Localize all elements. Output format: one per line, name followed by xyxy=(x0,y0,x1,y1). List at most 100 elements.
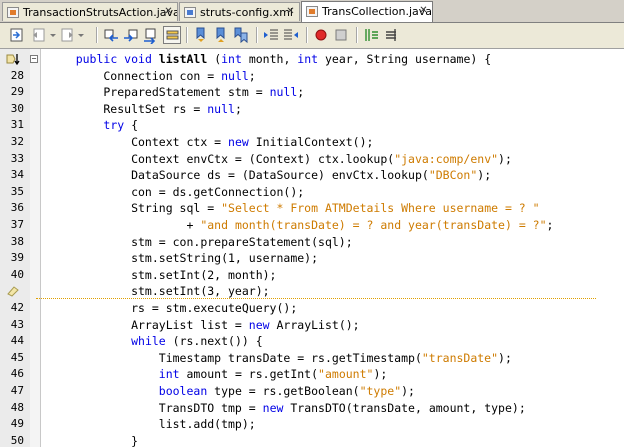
line-number: 32 xyxy=(10,135,24,148)
code-token: ArrayList(); xyxy=(269,317,360,332)
keyword-token: int xyxy=(221,52,242,66)
shift-left-icon[interactable] xyxy=(262,26,280,44)
hint-icon[interactable] xyxy=(6,285,20,297)
code-line[interactable]: 50 } xyxy=(0,433,624,447)
next-bookmark-icon[interactable] xyxy=(212,26,230,44)
code-token: Connection con = xyxy=(48,68,222,83)
code-line[interactable]: 39 stm.setString(1, username); xyxy=(0,250,624,267)
code-editor[interactable]: − public void listAll (int month, int ye… xyxy=(0,49,624,447)
stop-macro-icon[interactable] xyxy=(332,26,350,44)
forward-dropdown-icon[interactable] xyxy=(72,26,84,44)
code-text: Context envCtx = (Context) ctx.lookup("j… xyxy=(48,151,512,168)
code-token: ); xyxy=(498,151,512,166)
line-number: 45 xyxy=(10,350,24,364)
code-token: ; xyxy=(234,101,242,116)
comment-icon[interactable] xyxy=(362,26,380,44)
find-selection-icon[interactable] xyxy=(142,26,160,44)
code-text: TransDTO tmp = new TransDTO(transDate, a… xyxy=(48,400,526,417)
code-token: type = rs.getBoolean( xyxy=(207,384,360,398)
toolbar-separator xyxy=(96,27,98,43)
code-line[interactable]: 38 stm = con.prepareStatement(sql); xyxy=(0,234,624,251)
string-token: "DBCon" xyxy=(428,168,478,183)
code-line[interactable]: − public void listAll (int month, int ye… xyxy=(0,51,624,68)
code-line[interactable]: 29 PreparedStatement stm = null; xyxy=(0,84,624,101)
code-token: stm.setInt(2, month); xyxy=(48,267,277,282)
line-number: 49 xyxy=(10,417,24,431)
code-token: rs = stm.executeQuery(); xyxy=(48,301,298,315)
code-text: Context ctx = new InitialContext(); xyxy=(48,134,373,151)
code-line[interactable]: 36 String sql = "Select * From ATMDetail… xyxy=(0,200,624,217)
code-line[interactable]: stm.setInt(3, year); xyxy=(0,283,624,300)
code-line[interactable]: 37 + "and month(transDate) = ? and year(… xyxy=(0,217,624,234)
toolbar-separator xyxy=(306,27,308,43)
keyword-token: new xyxy=(228,135,249,149)
keyword-token: while xyxy=(131,334,166,349)
toggle-highlight-icon[interactable] xyxy=(163,26,181,44)
code-line[interactable]: 40 stm.setInt(2, month); xyxy=(0,267,624,284)
code-token: TransDTO tmp = xyxy=(48,400,263,415)
code-text: stm.setInt(2, month); xyxy=(48,267,276,284)
line-number: 35 xyxy=(10,184,24,198)
code-token: TransDTO(transDate, amount, type); xyxy=(283,400,526,415)
string-token: "amount" xyxy=(318,367,374,382)
keyword-token: try xyxy=(103,118,125,133)
line-number: 31 xyxy=(10,118,24,132)
code-line[interactable]: 49 list.add(tmp); xyxy=(0,416,624,433)
method-name-token: listAll xyxy=(158,52,208,66)
code-text: DataSource ds = (DataSource) envCtx.look… xyxy=(48,167,491,184)
uncomment-icon[interactable] xyxy=(382,26,400,44)
fold-toggle-icon[interactable]: − xyxy=(30,55,38,63)
code-line[interactable]: 35 con = ds.getConnection(); xyxy=(0,184,624,201)
previous-bookmark-icon[interactable] xyxy=(192,26,210,44)
close-icon[interactable]: ✕ xyxy=(419,6,428,16)
close-icon[interactable]: ✕ xyxy=(286,7,295,17)
back-dropdown-icon[interactable] xyxy=(44,26,56,44)
find-previous-icon[interactable] xyxy=(102,26,120,44)
code-line[interactable]: 47 boolean type = rs.getBoolean("type"); xyxy=(0,383,624,400)
line-number: 42 xyxy=(10,301,24,314)
code-token: ; xyxy=(297,85,305,100)
start-macro-icon[interactable] xyxy=(312,26,330,44)
line-number: 47 xyxy=(10,384,24,397)
code-line[interactable]: 48 TransDTO tmp = new TransDTO(transDate… xyxy=(0,400,624,417)
code-token: ; xyxy=(546,218,554,232)
code-line[interactable]: 44 while (rs.next()) { xyxy=(0,333,624,350)
code-token: String sql = xyxy=(48,201,222,216)
tab-struts-config[interactable]: struts-config.xml ✕ xyxy=(179,2,300,21)
toolbar-separator xyxy=(186,27,188,43)
code-token: Context ctx = xyxy=(48,135,229,149)
code-line[interactable]: 32 Context ctx = new InitialContext(); xyxy=(0,134,624,151)
code-line[interactable]: 33 Context envCtx = (Context) ctx.lookup… xyxy=(0,151,624,168)
code-line[interactable]: 45 Timestamp transDate = rs.getTimestamp… xyxy=(0,350,624,367)
keyword-token: int xyxy=(297,52,319,66)
code-text: stm = con.prepareStatement(sql); xyxy=(48,234,353,251)
code-line[interactable]: 42 rs = stm.executeQuery(); xyxy=(0,300,624,317)
find-next-icon[interactable] xyxy=(122,26,140,44)
editor-tab-bar: TransactionStrutsAction.java ✕ struts-co… xyxy=(0,0,624,23)
xml-file-icon xyxy=(184,7,196,18)
code-line[interactable]: 31 try { xyxy=(0,117,624,134)
code-text: String sql = "Select * From ATMDetails W… xyxy=(48,200,540,217)
last-edit-icon[interactable] xyxy=(8,26,26,44)
code-line[interactable]: 43 ArrayList list = new ArrayList(); xyxy=(0,317,624,334)
bookmark-icon[interactable] xyxy=(6,53,20,65)
code-token: con = ds.getConnection(); xyxy=(48,184,305,199)
code-token: month, xyxy=(241,52,298,66)
tab-trans-collection[interactable]: TransCollection.java ✕ xyxy=(301,1,433,22)
code-line[interactable]: 30 ResultSet rs = null; xyxy=(0,101,624,118)
code-token: ); xyxy=(477,168,492,183)
code-text: stm.setString(1, username); xyxy=(48,250,318,267)
code-token: } xyxy=(48,433,139,447)
shift-right-icon[interactable] xyxy=(282,26,300,44)
code-text: while (rs.next()) { xyxy=(48,333,263,350)
code-line[interactable]: 34 DataSource ds = (DataSource) envCtx.l… xyxy=(0,167,624,184)
keyword-token: null xyxy=(207,101,235,116)
tab-transaction-struts-action[interactable]: TransactionStrutsAction.java ✕ xyxy=(2,2,178,21)
close-icon[interactable]: ✕ xyxy=(164,7,173,17)
code-line[interactable]: 28 Connection con = null; xyxy=(0,68,624,85)
code-token: ); xyxy=(498,350,512,365)
code-token: ); xyxy=(373,367,388,382)
line-number: 33 xyxy=(10,151,24,165)
toggle-bookmark-icon[interactable] xyxy=(232,26,250,44)
code-line[interactable]: 46 int amount = rs.getInt("amount"); xyxy=(0,366,624,383)
